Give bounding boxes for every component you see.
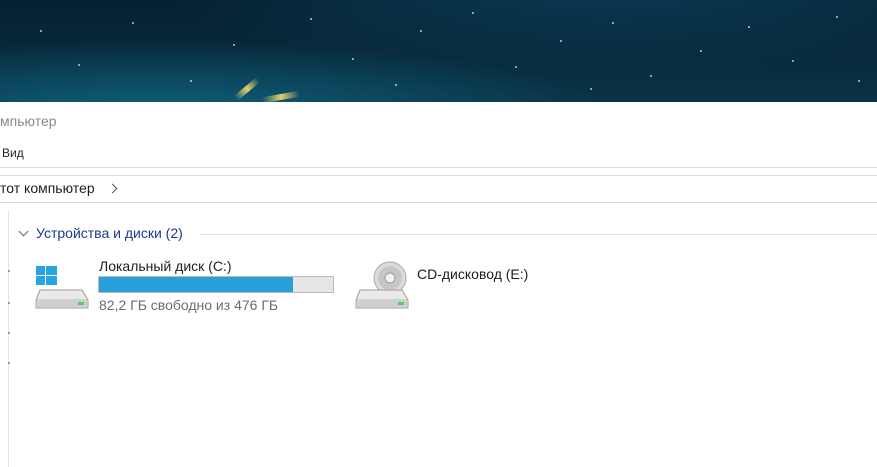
hdd-windows-icon xyxy=(35,266,89,309)
chevron-down-icon[interactable] xyxy=(18,226,29,236)
toolbar-divider xyxy=(0,175,877,176)
drive-c-usage-fill xyxy=(99,277,293,292)
drive-item-c[interactable]: Локальный диск (C:) 82,2 ГБ свободно из … xyxy=(34,254,344,313)
drive-c-usage-bar xyxy=(98,276,334,293)
address-divider xyxy=(0,202,877,203)
address-bar[interactable]: тот компьютер xyxy=(0,180,118,196)
drive-c-free-space: 82,2 ГБ свободно из 476 ГБ xyxy=(99,297,279,313)
devices-group-header[interactable]: Устройства и диски (2) xyxy=(18,225,183,241)
group-divider xyxy=(200,234,877,235)
breadcrumb-this-pc[interactable]: тот компьютер xyxy=(0,180,95,196)
drive-c-name: Локальный диск (C:) xyxy=(99,258,232,274)
devices-group-label: Устройства и диски (2) xyxy=(36,225,183,241)
ribbon-divider xyxy=(0,167,877,168)
file-explorer-window: мпьютер Вид тот компьютер Устройства и д… xyxy=(0,102,877,467)
window-title: мпьютер xyxy=(0,113,57,129)
drive-item-e[interactable]: CD-дисковод (E:) xyxy=(354,254,554,312)
breadcrumb-chevron-icon[interactable] xyxy=(107,183,118,194)
desktop-wallpaper xyxy=(0,0,877,102)
drive-e-name: CD-дисковод (E:) xyxy=(417,266,529,282)
navigation-pane-border xyxy=(8,210,10,467)
ribbon-tab-view[interactable]: Вид xyxy=(2,146,24,160)
cd-drive-icon xyxy=(355,261,409,309)
